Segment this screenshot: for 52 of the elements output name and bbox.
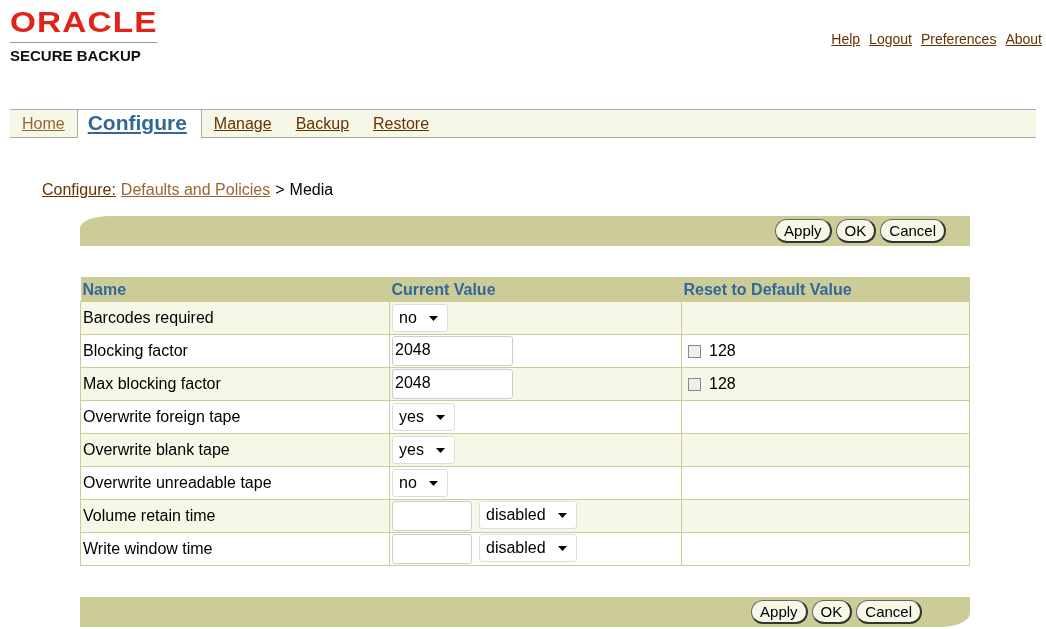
column-header: Current Value — [389, 277, 682, 302]
breadcrumb-separator: > — [275, 181, 285, 199]
caret-icon — [428, 315, 438, 321]
dropdown[interactable]: no — [392, 304, 448, 332]
setting-name: Overwrite foreign tape — [83, 408, 241, 425]
caret-icon — [557, 545, 567, 551]
dropdown[interactable]: yes — [392, 403, 455, 431]
action-button[interactable]: OK — [811, 600, 853, 624]
caret-icon — [557, 512, 567, 518]
input-field[interactable] — [392, 534, 472, 564]
setting-name: Blocking factor — [83, 342, 188, 359]
input-field[interactable]: 2048 — [392, 336, 513, 366]
breadcrumb-link[interactable]: Configure: — [42, 181, 116, 199]
setting-name: Overwrite unreadable tape — [83, 474, 272, 491]
dropdown[interactable]: disabled — [479, 534, 577, 562]
breadcrumb-current: Media — [289, 181, 334, 199]
caret-icon — [435, 447, 445, 453]
breadcrumb-link[interactable]: Defaults and Policies — [120, 181, 271, 199]
default-value: 128 — [709, 342, 736, 360]
nav-tab[interactable]: Backup — [283, 113, 362, 137]
dropdown[interactable]: yes — [392, 436, 455, 464]
header-link[interactable]: Help — [831, 31, 861, 96]
header-link[interactable]: Logout — [869, 31, 912, 96]
checkbox[interactable] — [688, 344, 701, 358]
nav-tab[interactable]: Configure — [76, 110, 202, 138]
header-link[interactable]: Preferences — [920, 31, 997, 96]
nav-tab[interactable]: Home — [10, 113, 77, 137]
dropdown[interactable]: disabled — [479, 501, 577, 529]
column-header: Reset to Default Value — [681, 277, 970, 302]
setting-name: Volume retain time — [83, 507, 216, 524]
setting-name: Overwrite blank tape — [83, 441, 230, 458]
setting-name: Barcodes required — [83, 309, 214, 326]
caret-icon — [435, 414, 445, 420]
product-name: SECURE BACKUP — [10, 47, 141, 64]
action-button[interactable]: Cancel — [880, 219, 946, 243]
column-header: Name — [80, 277, 390, 302]
action-button[interactable]: Apply — [775, 219, 832, 243]
action-button[interactable]: OK — [835, 219, 877, 243]
default-value: 128 — [709, 375, 736, 393]
action-button[interactable]: Apply — [751, 600, 808, 624]
nav-tab[interactable]: Restore — [361, 113, 442, 137]
setting-name: Max blocking factor — [83, 375, 221, 392]
header-link[interactable]: About — [1005, 31, 1042, 96]
caret-icon — [428, 480, 438, 486]
action-button[interactable]: Cancel — [856, 600, 922, 624]
checkbox[interactable] — [688, 377, 701, 391]
brand-logo: ORACLE — [10, 8, 158, 43]
input-field[interactable]: 2048 — [392, 369, 513, 399]
setting-name: Write window time — [83, 540, 213, 557]
nav-tab[interactable]: Manage — [201, 113, 284, 137]
input-field[interactable] — [392, 501, 472, 531]
dropdown[interactable]: no — [392, 469, 448, 497]
